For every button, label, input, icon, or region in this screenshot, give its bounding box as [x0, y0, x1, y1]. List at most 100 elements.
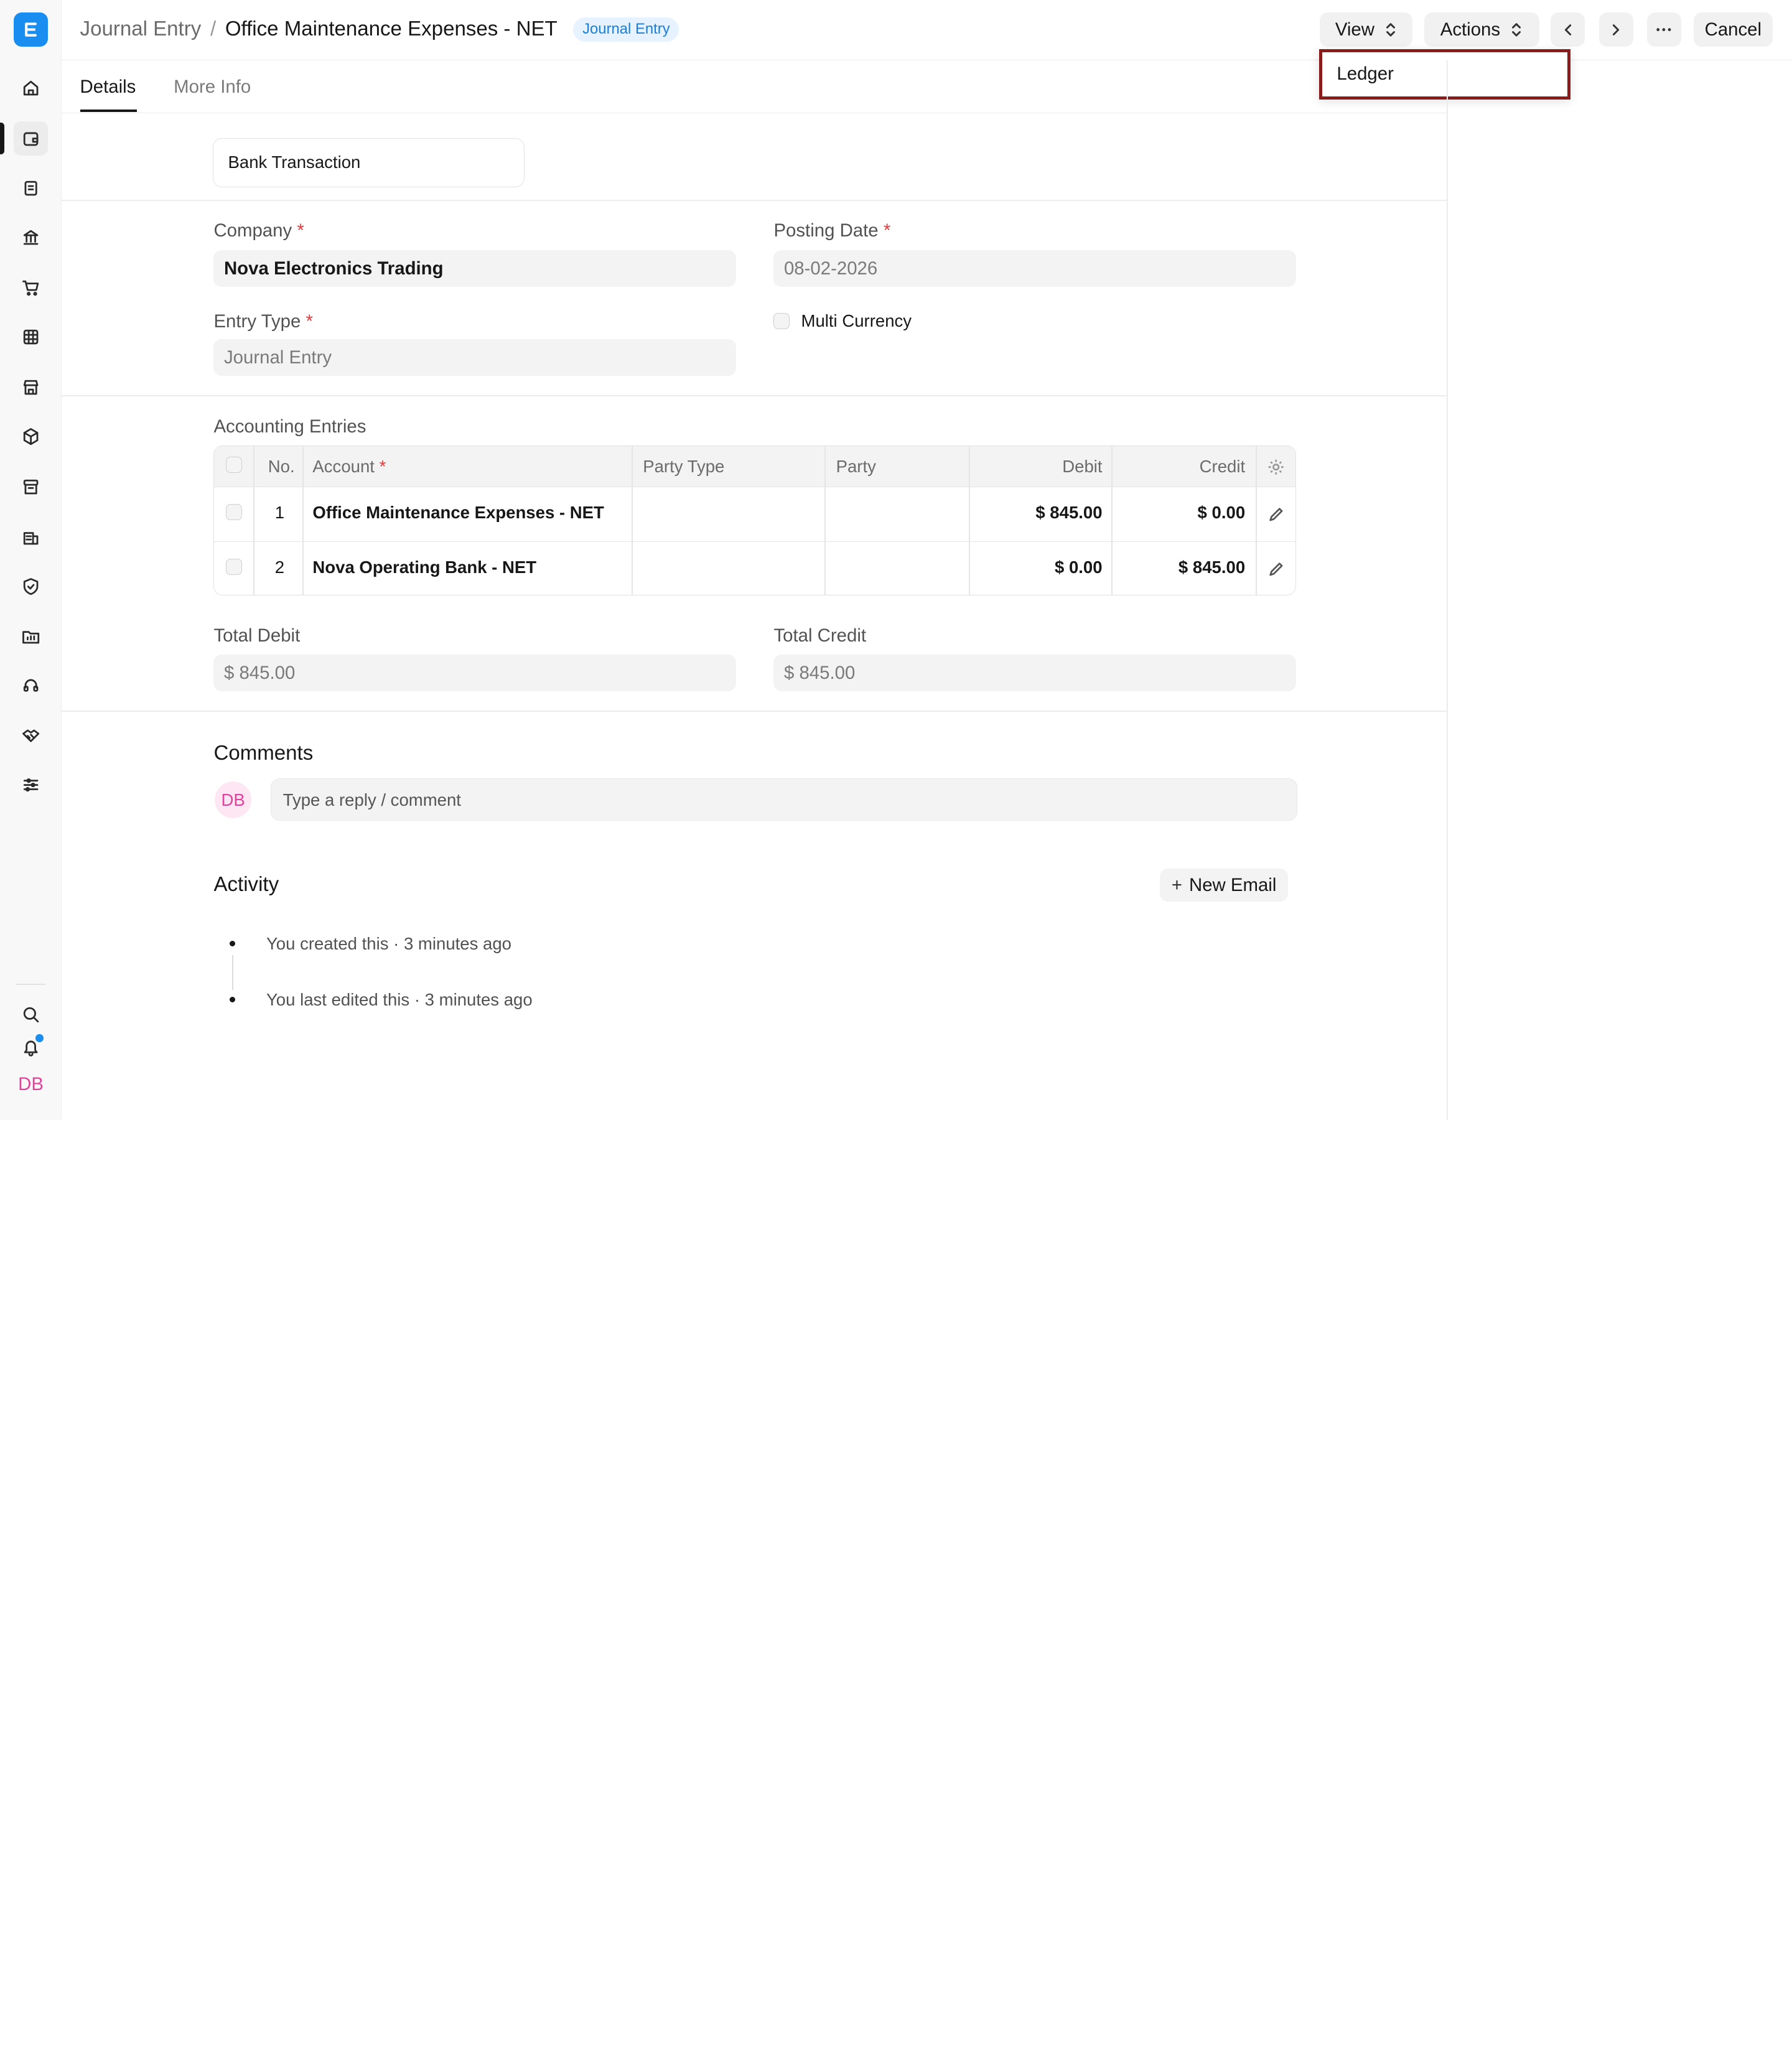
row-select-checkbox[interactable] [225, 559, 242, 575]
home-icon[interactable] [14, 71, 48, 105]
cart-icon[interactable] [14, 271, 48, 305]
archive-icon[interactable] [14, 470, 48, 504]
actions-button[interactable]: Actions [1424, 12, 1540, 47]
tab-more-info[interactable]: More Info [174, 77, 251, 98]
next-button[interactable] [1598, 12, 1633, 47]
activity-heading: Activity [213, 873, 279, 897]
chevron-updown-icon [1511, 23, 1521, 37]
activity-bullet [230, 996, 236, 1002]
chevron-left-icon [1564, 24, 1572, 35]
column-divider [253, 446, 254, 595]
bank-icon[interactable] [14, 220, 48, 254]
store-icon[interactable] [14, 370, 48, 404]
row-number: 1 [274, 503, 285, 523]
section-divider [62, 711, 1447, 712]
previous-button[interactable] [1551, 12, 1585, 47]
total-debit-field: $ 845.00 [213, 655, 736, 692]
new-email-label: New Email [1188, 874, 1277, 895]
column-header-party-type: Party Type [643, 456, 725, 476]
notification-bell-icon[interactable] [14, 1030, 48, 1064]
accounting-entries-label: Accounting Entries [213, 416, 366, 437]
handshake-icon[interactable] [14, 719, 48, 753]
activity-item: You last edited this · 3 minutes ago [266, 989, 533, 1009]
building-icon[interactable] [14, 520, 48, 554]
row-credit[interactable]: $ 845.00 [1114, 557, 1245, 577]
column-header-no: No. [268, 456, 295, 476]
column-divider [631, 446, 633, 595]
accounting-wallet-icon[interactable] [14, 121, 49, 156]
table-icon[interactable] [14, 320, 48, 354]
multi-currency-label: Multi Currency [801, 310, 912, 330]
document-icon[interactable] [14, 172, 48, 206]
comment-user-avatar: DB [215, 781, 252, 819]
user-avatar[interactable]: DB [11, 1074, 50, 1101]
breadcrumb-parent-link[interactable]: Journal Entry [80, 17, 202, 41]
total-debit-label: Total Debit [213, 625, 301, 646]
breadcrumb: Journal Entry / Office Maintenance Expen… [80, 17, 679, 42]
shield-icon[interactable] [14, 569, 48, 604]
more-options-button[interactable] [1646, 12, 1681, 47]
chevron-updown-icon [1386, 23, 1395, 37]
column-divider [1255, 446, 1257, 595]
column-divider [302, 446, 304, 595]
total-credit-field: $ 845.00 [773, 655, 1296, 692]
search-icon[interactable] [14, 997, 48, 1032]
section-divider [62, 200, 1447, 202]
folder-chart-icon[interactable] [14, 619, 48, 653]
new-email-button[interactable]: + New Email [1160, 868, 1288, 902]
edit-pencil-icon[interactable] [1268, 506, 1284, 523]
table-header-row: No. Account * Party Type Party Debit Cre… [214, 446, 1295, 487]
table-row[interactable]: 2 Nova Operating Bank - NET $ 0.00 $ 845… [214, 541, 1295, 595]
app-root: DB Journal Entry / Office Maintenance Ex… [0, 0, 1792, 1120]
entry-type-field[interactable]: Journal Entry [213, 339, 736, 376]
accounting-entries-table: No. Account * Party Type Party Debit Cre… [213, 445, 1296, 595]
activity-item: You created this · 3 minutes ago [266, 933, 512, 953]
row-account[interactable]: Nova Operating Bank - NET [312, 557, 536, 577]
box-icon[interactable] [14, 419, 48, 454]
row-account[interactable]: Office Maintenance Expenses - NET [312, 503, 604, 523]
page-title: Office Maintenance Expenses - NET [225, 17, 558, 41]
column-divider [968, 446, 970, 595]
table-row[interactable]: 1 Office Maintenance Expenses - NET $ 84… [214, 486, 1295, 541]
posting-date-field[interactable]: 08-02-2026 [773, 250, 1296, 287]
active-tab-underline [80, 110, 138, 112]
right-panel-divider [1447, 60, 1449, 1120]
row-select-checkbox[interactable] [225, 504, 242, 520]
multi-currency-checkbox[interactable] [773, 313, 790, 329]
row-credit[interactable]: $ 0.00 [1114, 503, 1246, 523]
ellipsis-icon [1656, 28, 1671, 32]
notification-dot [35, 1034, 44, 1043]
view-button-label: View [1335, 19, 1374, 40]
total-credit-label: Total Credit [773, 625, 867, 646]
select-all-checkbox[interactable] [225, 456, 242, 473]
headset-icon[interactable] [14, 668, 48, 702]
status-badge: Journal Entry [573, 17, 679, 42]
column-divider [824, 446, 826, 595]
column-header-account: Account * [312, 456, 386, 476]
comment-input[interactable]: Type a reply / comment [271, 778, 1297, 821]
sliders-icon[interactable] [14, 768, 48, 802]
view-button[interactable]: View [1320, 12, 1413, 47]
comments-heading: Comments [213, 742, 314, 765]
app-logo[interactable] [14, 12, 49, 47]
section-divider [62, 395, 1447, 397]
column-header-credit: Credit [1199, 456, 1246, 476]
company-label: Company * [213, 220, 304, 241]
column-settings-gear-icon[interactable] [1267, 458, 1285, 481]
sidebar: DB [0, 0, 62, 1120]
edit-pencil-icon[interactable] [1268, 561, 1284, 577]
company-field[interactable]: Nova Electronics Trading [213, 250, 736, 287]
plus-icon: + [1171, 874, 1182, 895]
chevron-right-icon [1612, 24, 1620, 35]
row-debit[interactable]: $ 0.00 [971, 557, 1103, 577]
tab-details[interactable]: Details [80, 77, 136, 98]
actions-button-label: Actions [1440, 19, 1501, 40]
activity-timeline-line [231, 955, 233, 990]
bank-transaction-button[interactable]: Bank Transaction [212, 138, 525, 188]
sidebar-active-indicator [0, 122, 5, 154]
cancel-button[interactable]: Cancel [1693, 12, 1773, 47]
column-header-party: Party [836, 456, 876, 476]
row-debit[interactable]: $ 845.00 [971, 503, 1102, 523]
logo-e-icon [25, 22, 37, 37]
activity-bullet [230, 940, 236, 946]
